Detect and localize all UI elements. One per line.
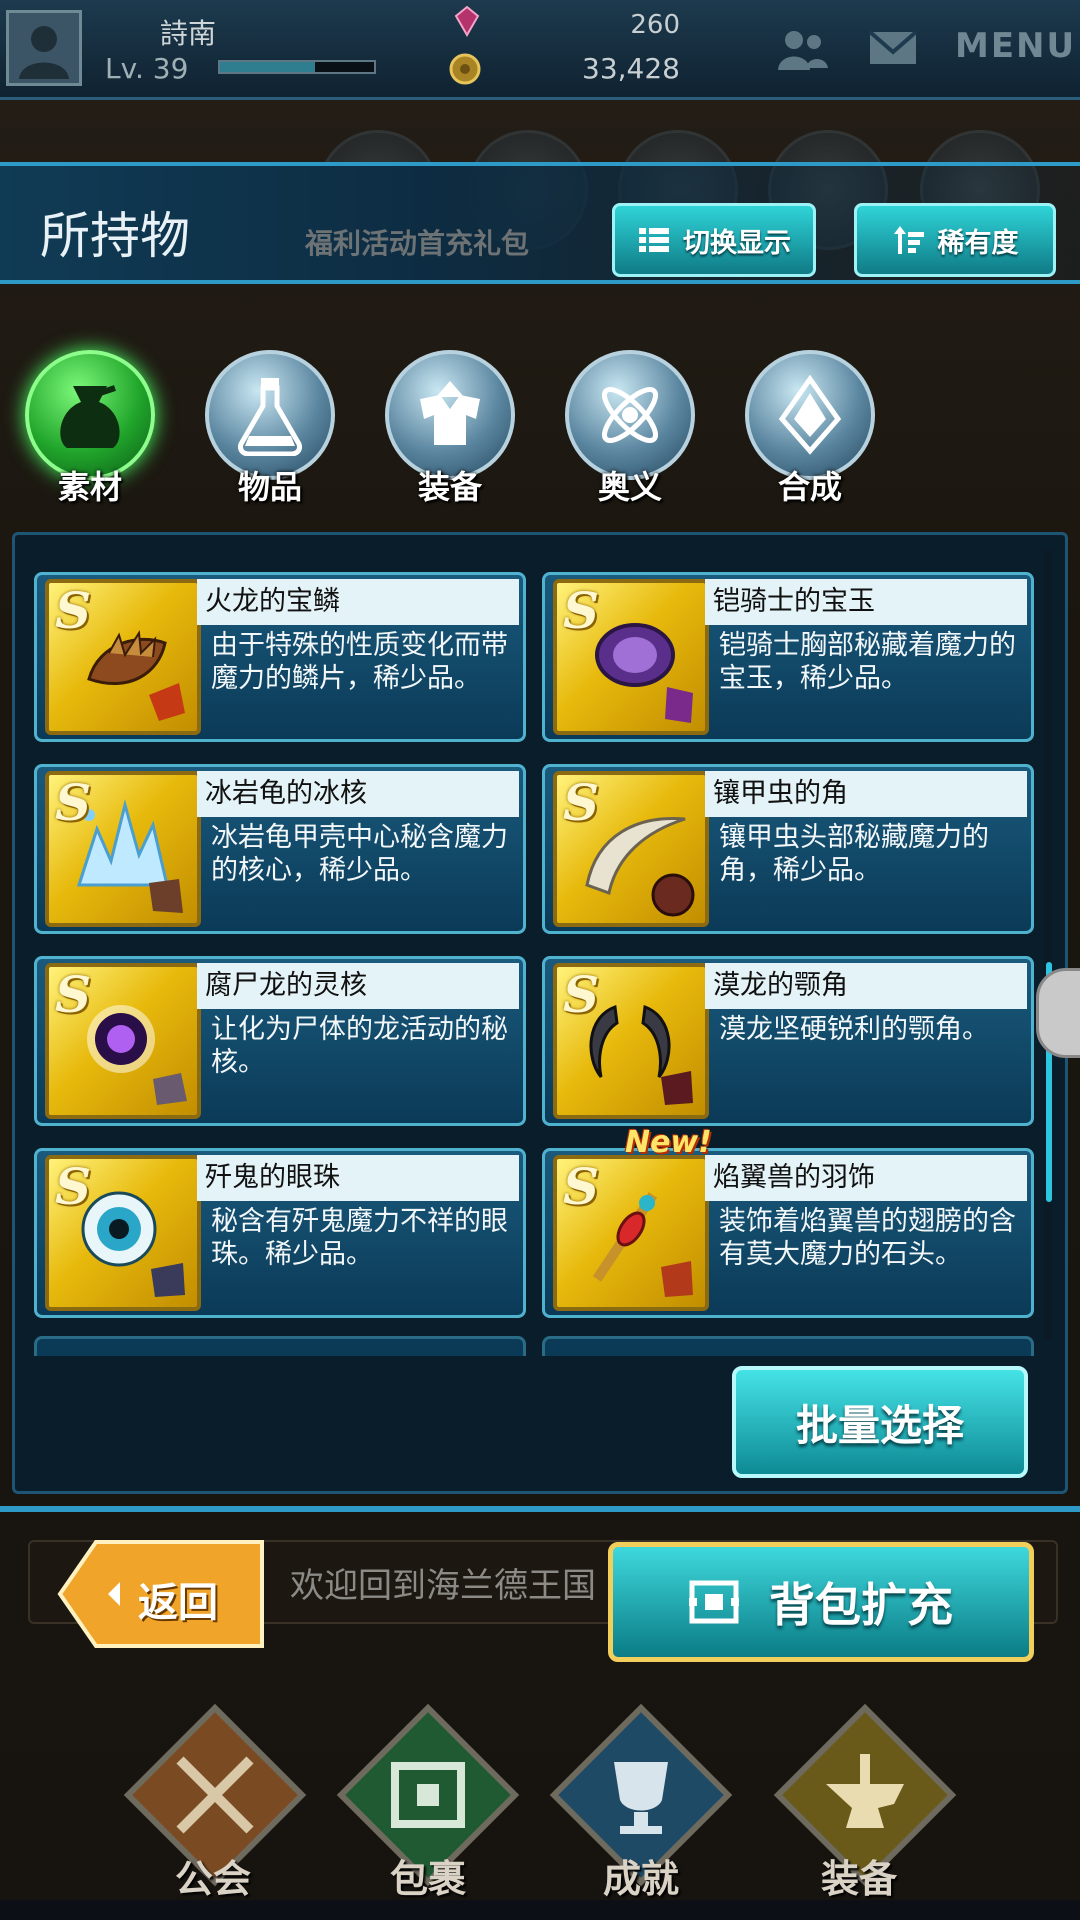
item-desc: 由于特殊的性质变化而带魔力的鳞片，稀少品。 (211, 630, 508, 694)
friends-icon[interactable] (776, 28, 830, 72)
item-icon-frame: S (45, 771, 201, 927)
tab-label: 物品 (237, 468, 302, 506)
divider (0, 1506, 1080, 1512)
batch-select-button[interactable]: 批量选择 (732, 1366, 1028, 1478)
bag-icon (60, 385, 120, 448)
tab-label: 装备 (417, 468, 482, 506)
rank-badge: S (55, 581, 92, 640)
xp-bar (218, 60, 376, 74)
rank-badge: S (55, 965, 92, 1024)
page-title: 所持物 (40, 207, 190, 265)
item-icon-frame: S (45, 579, 201, 735)
player-name: 詩南 (160, 17, 217, 50)
sort-icon (893, 226, 924, 254)
item-desc: 让化为尸体的龙活动的秘核。 (211, 1014, 508, 1078)
tab-label: 素材 (57, 468, 122, 506)
tab-equipment[interactable]: 装备 (375, 340, 525, 506)
list-icon (639, 228, 669, 252)
rank-badge: S (55, 773, 92, 832)
item-icon-frame: S (553, 1155, 709, 1311)
item-card[interactable]: S 火龙的宝鳞 由于特殊的性质变化而带魔力的鳞片，稀少品。 (34, 572, 526, 742)
tab-label: 奥义 (597, 468, 662, 506)
coin-icon (449, 53, 481, 85)
nav-label: 成就 (602, 1857, 679, 1901)
sort-rarity-button[interactable]: 稀有度 (854, 203, 1056, 277)
new-badge: New! (625, 1125, 712, 1160)
tab-synthesis[interactable]: 合成 (735, 340, 885, 506)
gem-count: 260 (630, 10, 680, 40)
item-name: 镶甲虫的角 (705, 771, 1027, 817)
expand-label: 背包扩充 (769, 1578, 953, 1632)
rank-badge: S (563, 1157, 600, 1216)
item-desc: 冰岩龟甲壳中心秘含魔力的核心，稀少品。 (211, 822, 508, 886)
xp-bar-fill (220, 62, 316, 72)
tab-arcana[interactable]: 奥义 (555, 340, 705, 506)
item-icon-frame: S (45, 1155, 201, 1311)
atom-icon (602, 387, 658, 443)
potion-icon (238, 378, 302, 456)
scrollbar-track[interactable] (1044, 550, 1052, 1340)
switch-view-button[interactable]: 切换显示 (612, 203, 816, 277)
tab-materials[interactable]: 素材 (15, 340, 165, 506)
item-name: 腐尸龙的灵核 (197, 963, 519, 1009)
rank-badge: S (563, 965, 600, 1024)
item-card[interactable]: S New! 焰翼兽的羽饰 装饰着焰翼兽的翅膀的含有莫大魔力的石头。 (542, 1125, 1034, 1318)
item-card[interactable]: S 铠骑士的宝玉 铠骑士胸部秘藏着魔力的宝玉，稀少品。 (542, 572, 1034, 742)
item-name: 火龙的宝鳞 (197, 579, 519, 625)
nav-label: 包裹 (389, 1857, 466, 1901)
armor-icon (420, 381, 480, 445)
item-name: 铠骑士的宝玉 (705, 579, 1027, 625)
item-card-partial (34, 1336, 526, 1356)
gem-icon (454, 5, 480, 37)
player-level: Lv. 39 (105, 52, 189, 85)
item-card[interactable]: S 冰岩龟的冰核 冰岩龟甲壳中心秘含魔力的核心，稀少品。 (34, 764, 526, 934)
nav-package[interactable]: 包裹 (333, 1700, 523, 1901)
item-card[interactable]: S 歼鬼的眼珠 秘含有歼鬼魔力不祥的眼珠。稀少品。 (34, 1148, 526, 1318)
bag-expand-icon (689, 1580, 739, 1624)
side-float-icon[interactable] (1036, 968, 1080, 1058)
item-name: 焰翼兽的羽饰 (705, 1155, 1027, 1201)
rank-badge: S (55, 1157, 92, 1216)
switch-view-label: 切换显示 (683, 227, 791, 259)
item-icon-frame: S (553, 771, 709, 927)
item-desc: 铠骑士胸部秘藏着魔力的宝玉，稀少品。 (719, 630, 1016, 694)
item-icon-frame: S (553, 579, 709, 735)
user-silhouette-icon (19, 26, 69, 79)
item-card[interactable]: S 腐尸龙的灵核 让化为尸体的龙活动的秘核。 (34, 956, 526, 1126)
rank-badge: S (563, 773, 600, 832)
item-icon-frame: S (45, 963, 201, 1119)
expand-bag-button[interactable]: 背包扩充 (608, 1542, 1034, 1662)
tab-label: 合成 (777, 468, 842, 506)
avatar[interactable] (6, 10, 82, 86)
item-card-partial (542, 1336, 1034, 1356)
nav-guild[interactable]: 公会 (120, 1700, 310, 1901)
mail-icon[interactable] (868, 28, 918, 68)
sort-rarity-label: 稀有度 (937, 227, 1019, 259)
item-name: 歼鬼的眼珠 (197, 1155, 519, 1201)
item-name: 冰岩龟的冰核 (197, 771, 519, 817)
back-label: 返回 (138, 1580, 218, 1626)
nav-label: 公会 (174, 1857, 251, 1901)
item-desc: 镶甲虫头部秘藏魔力的角，稀少品。 (719, 822, 989, 886)
tab-items[interactable]: 物品 (195, 340, 345, 506)
rank-badge: S (563, 581, 600, 640)
ticker-text: 欢迎回到海兰德王国 (290, 1566, 596, 1606)
nav-achievement[interactable]: 成就 (546, 1700, 736, 1901)
item-card[interactable]: S 镶甲虫的角 镶甲虫头部秘藏魔力的角，稀少品。 (542, 764, 1034, 934)
item-desc: 秘含有歼鬼魔力不祥的眼珠。稀少品。 (211, 1206, 508, 1270)
item-desc: 漠龙坚硬锐利的颚角。 (719, 1014, 989, 1045)
item-icon-frame: S (553, 963, 709, 1119)
item-desc: 装饰着焰翼兽的翅膀的含有莫大魔力的石头。 (719, 1206, 1016, 1270)
crystal-icon (778, 375, 842, 455)
menu-button[interactable]: MENU (955, 26, 1076, 66)
item-name: 漠龙的颚角 (705, 963, 1027, 1009)
nav-label: 装备 (820, 1857, 897, 1901)
item-card[interactable]: S 漠龙的颚角 漠龙坚硬锐利的颚角。 (542, 956, 1034, 1126)
nav-equipment[interactable]: 装备 (770, 1700, 960, 1901)
coin-count: 33,428 (582, 52, 680, 85)
promo-text[interactable]: 福利活动首充礼包 (305, 222, 529, 262)
